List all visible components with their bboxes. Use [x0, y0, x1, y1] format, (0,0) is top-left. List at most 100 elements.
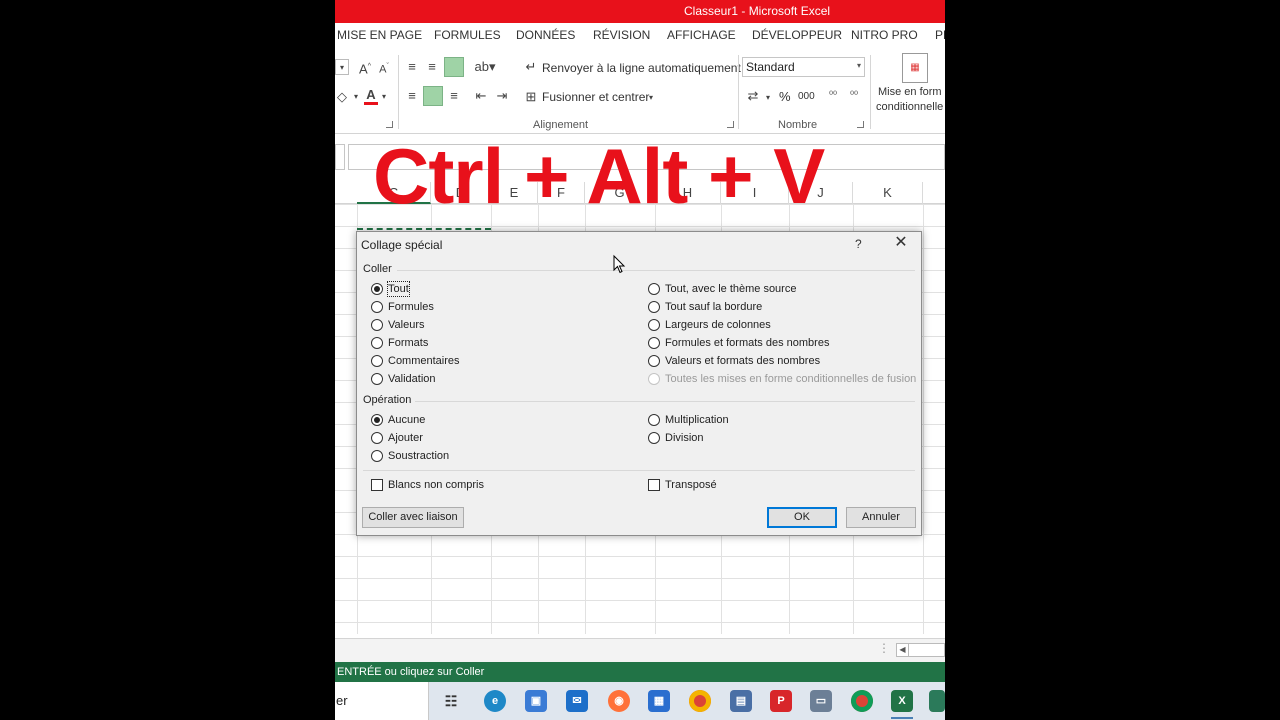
option-label: Commentaires [388, 355, 460, 367]
conditional-format-label-2[interactable]: conditionnelle [876, 101, 943, 113]
chrome-icon[interactable] [689, 690, 711, 712]
ok-button[interactable]: OK [767, 507, 837, 528]
mail-icon[interactable]: ✉ [566, 690, 588, 712]
merge-center-button[interactable]: Fusionner et centrer [542, 90, 649, 104]
font-color-icon[interactable]: A [364, 87, 378, 105]
sheet-tabs-bar: ⋮ ◀ [335, 638, 945, 662]
number-group-launcher-icon[interactable] [857, 121, 864, 128]
radio[interactable] [371, 301, 383, 313]
decrease-decimal-icon[interactable]: ⁰⁰ [846, 88, 862, 104]
orientation-icon[interactable]: ab▾ [474, 59, 496, 75]
conditional-format-label-1[interactable]: Mise en form [878, 86, 942, 98]
paste-special-dialog: Collage spécial ? ✕ Coller Tout Formules… [356, 231, 922, 536]
task-view-icon[interactable]: ☷ [440, 690, 462, 712]
status-text: ENTRÉE ou cliquez sur Coller [337, 666, 485, 678]
radio[interactable] [371, 337, 383, 349]
increase-font-icon[interactable]: A^ [358, 59, 372, 77]
firefox-icon[interactable]: ◉ [608, 690, 630, 712]
thousands-separator-button[interactable]: 000 [798, 91, 815, 102]
option-label: Aucune [388, 414, 426, 426]
decrease-font-icon[interactable]: Aˇ [377, 59, 391, 78]
align-middle-icon[interactable]: ≡ [425, 59, 439, 75]
radio[interactable] [648, 355, 660, 367]
percent-style-button[interactable]: % [779, 89, 791, 104]
cancel-button[interactable]: Annuler [846, 507, 916, 528]
accounting-format-icon[interactable]: ⇄ [744, 88, 762, 104]
option-label: Multiplication [665, 414, 729, 426]
calculator-icon[interactable]: ▤ [730, 690, 752, 712]
radio[interactable] [371, 432, 383, 444]
fill-color-icon[interactable]: ◇ [335, 89, 349, 105]
taskbar-search[interactable]: er [335, 682, 429, 720]
help-icon[interactable]: ? [855, 237, 862, 251]
font-size-dropdown-icon[interactable]: ▾ [335, 59, 349, 75]
merge-dropdown-icon[interactable]: ▾ [647, 90, 655, 106]
radio[interactable] [648, 414, 660, 426]
tab-developpeur[interactable]: DÉVELOPPEUR [752, 28, 842, 42]
store-icon[interactable]: ▣ [525, 690, 547, 712]
resize-handle-icon[interactable]: ⋮ [878, 641, 890, 655]
tab-revision[interactable]: RÉVISION [593, 28, 650, 42]
option-label: Tout, avec le thème source [665, 283, 797, 295]
wrap-text-icon[interactable]: ↵ [524, 59, 538, 75]
wrap-text-button[interactable]: Renvoyer à la ligne automatiquement [542, 61, 741, 75]
radio-selected[interactable] [371, 414, 383, 426]
align-bottom-selected-icon[interactable] [444, 57, 464, 77]
increase-decimal-icon[interactable]: ⁰⁰ [825, 88, 841, 104]
option-label: Toutes les mises en forme conditionnelle… [665, 373, 917, 385]
edge-icon[interactable]: e [484, 690, 506, 712]
radio[interactable] [371, 450, 383, 462]
option-label: Validation [388, 373, 436, 385]
excel-icon[interactable]: X [891, 690, 913, 712]
checkbox[interactable] [371, 479, 383, 491]
merge-center-icon[interactable]: ⊞ [524, 89, 538, 105]
grid-line [923, 204, 924, 634]
tab-donnees[interactable]: DONNÉES [516, 28, 575, 42]
name-box[interactable] [335, 144, 345, 170]
number-format-select[interactable]: Standard ▾ [742, 57, 865, 77]
scroll-left-icon[interactable]: ◀ [897, 644, 909, 656]
align-center-selected-icon[interactable] [423, 86, 443, 106]
close-icon[interactable]: ✕ [893, 234, 909, 252]
radio[interactable] [371, 373, 383, 385]
font-color-dropdown-icon[interactable]: ▾ [380, 89, 388, 105]
radio[interactable] [648, 432, 660, 444]
accounting-dropdown-icon[interactable]: ▾ [764, 90, 772, 106]
app-icon[interactable] [929, 690, 945, 712]
increase-indent-icon[interactable]: ⇥ [494, 88, 510, 104]
option-label: Ajouter [388, 432, 423, 444]
radio[interactable] [648, 301, 660, 313]
paste-link-button[interactable]: Coller avec liaison [362, 507, 464, 528]
radio[interactable] [371, 319, 383, 331]
tab-affichage[interactable]: AFFICHAGE [667, 28, 736, 42]
fill-color-dropdown-icon[interactable]: ▾ [352, 89, 360, 105]
radio[interactable] [648, 319, 660, 331]
title-bar: Classeur1 - Microsoft Excel [335, 0, 945, 23]
align-top-icon[interactable]: ≡ [405, 59, 419, 75]
align-right-icon[interactable]: ≡ [447, 88, 461, 104]
active-indicator [891, 717, 913, 719]
decrease-indent-icon[interactable]: ⇤ [473, 88, 489, 104]
option-label: Soustraction [388, 450, 450, 462]
tab-pdf[interactable]: PD [935, 28, 945, 42]
radio[interactable] [648, 337, 660, 349]
tab-formules[interactable]: FORMULES [434, 28, 501, 42]
radio-selected[interactable] [371, 283, 383, 295]
chrome-profile-icon[interactable] [851, 690, 873, 712]
conditional-format-icon[interactable]: ▦ [902, 53, 928, 83]
calendar-icon[interactable]: ▦ [648, 690, 670, 712]
radio[interactable] [371, 355, 383, 367]
checkbox[interactable] [648, 479, 660, 491]
radio[interactable] [648, 283, 660, 295]
tab-nitro-pro[interactable]: NITRO PRO [851, 28, 918, 42]
window-title: Classeur1 - Microsoft Excel [684, 4, 831, 18]
tab-mise-en-page[interactable]: MISE EN PAGE [337, 28, 422, 42]
nitro-pdf-icon[interactable]: P [770, 690, 792, 712]
column-header-k[interactable]: K [853, 182, 923, 204]
remote-desktop-icon[interactable]: ▭ [810, 690, 832, 712]
horizontal-scrollbar[interactable]: ◀ [896, 643, 945, 657]
option-label: Formules [388, 301, 434, 313]
align-left-icon[interactable]: ≡ [405, 88, 419, 104]
group-divider [870, 55, 871, 129]
option-label: Largeurs de colonnes [665, 319, 771, 331]
